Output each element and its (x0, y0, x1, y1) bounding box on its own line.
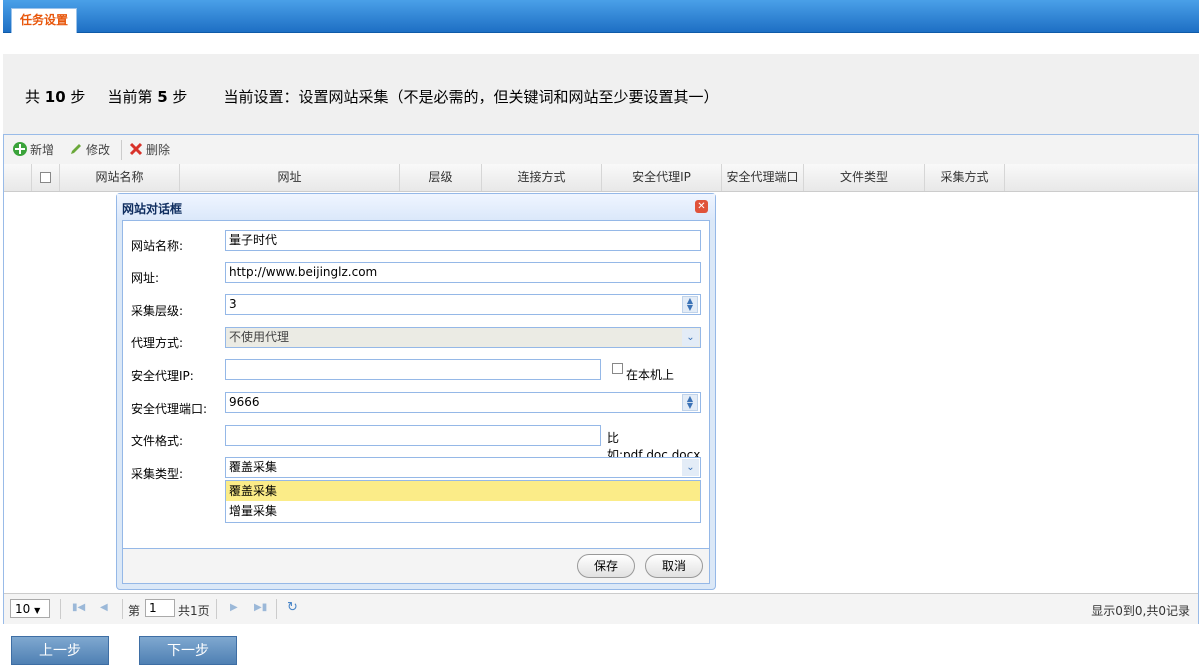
proxy-port-label: 安全代理端口: (131, 402, 208, 416)
header-site-name[interactable]: 网站名称 (60, 164, 180, 191)
total-steps-count: 10 (44, 88, 66, 106)
record-info: 显示0到0,共0记录 (1091, 604, 1190, 618)
edit-button-label: 修改 (86, 143, 111, 157)
delete-button-label: 删除 (146, 143, 171, 157)
header-level[interactable]: 层级 (400, 164, 482, 191)
header-rownum (4, 164, 32, 191)
refresh-icon[interactable]: ↻ (287, 600, 298, 615)
url-input[interactable]: http://www.beijinglz.com (225, 262, 701, 283)
total-steps-prefix: 共 (25, 88, 45, 106)
proxy-ip-label: 安全代理IP: (131, 369, 194, 383)
level-label: 采集层级: (131, 304, 184, 318)
spinner-arrows-icon[interactable]: ▲ ▼ (682, 394, 698, 411)
next-step-button[interactable]: 下一步 (139, 636, 237, 665)
grid-toolbar: 新增 修改 删除 (4, 135, 1198, 165)
toolbar-divider (121, 140, 122, 160)
select-all-checkbox[interactable] (40, 172, 51, 183)
tab-task-settings[interactable]: 任务设置 (11, 8, 78, 33)
add-button-label: 新增 (30, 143, 55, 157)
step-info-panel: 共 10 步当前第 5 步当前设置：设置网站采集（不是必需的，但关键词和网站至少… (3, 54, 1199, 134)
grid-header: 网站名称 网址 层级 连接方式 安全代理IP 安全代理端口 文件类型 采集方式 (4, 164, 1198, 192)
page-number-input[interactable]: 1 (145, 599, 175, 617)
pager-divider (216, 599, 217, 619)
chevron-down-icon[interactable]: ⌄ (682, 459, 699, 476)
header-select-all[interactable] (32, 164, 60, 191)
proxy-mode-label: 代理方式: (131, 336, 184, 350)
header-connection[interactable]: 连接方式 (482, 164, 602, 191)
pagination-bar: 10 ▼ ▮◀ ◀ 第 1 共1页 ▶ ▶▮ ↻ 显示0到0,共0记录 (4, 593, 1198, 624)
add-icon (12, 141, 28, 157)
prev-step-button[interactable]: 上一步 (11, 636, 109, 665)
chevron-down-icon[interactable]: ⌄ (682, 329, 699, 346)
name-label: 网站名称: (131, 239, 184, 253)
site-name-input[interactable]: 量子时代 (225, 230, 701, 251)
current-step-suffix: 步 (167, 88, 188, 106)
pencil-icon (68, 141, 84, 157)
pager-divider (276, 599, 277, 619)
top-tab-bar: 任务设置 (3, 0, 1199, 33)
collect-type-select[interactable]: 覆盖采集 ⌄ (225, 457, 701, 478)
spinner-arrows-icon[interactable]: ▲ ▼ (682, 296, 698, 313)
dialog-footer: 保存 取消 (122, 549, 710, 584)
edit-button[interactable]: 修改 (68, 141, 110, 159)
dropdown-option[interactable]: 增量采集 (226, 501, 700, 521)
collect-type-dropdown: 覆盖采集 增量采集 (225, 480, 701, 523)
proxy-ip-input[interactable] (225, 359, 601, 380)
page-size-select[interactable]: 10 ▼ (10, 599, 50, 618)
level-value: 3 (229, 297, 237, 311)
add-button[interactable]: 新增 (12, 141, 54, 159)
pager-divider (60, 599, 61, 619)
header-file-type[interactable]: 文件类型 (804, 164, 925, 191)
dialog-form: 网站名称: 量子时代 网址: http://www.beijinglz.com … (122, 220, 710, 549)
delete-icon (128, 141, 144, 157)
collect-type-label: 采集类型: (131, 467, 184, 481)
header-proxy-ip[interactable]: 安全代理IP (602, 164, 722, 191)
dropdown-option[interactable]: 覆盖采集 (226, 481, 700, 501)
cancel-button[interactable]: 取消 (645, 554, 703, 578)
local-machine-label: 在本机上 (626, 368, 675, 382)
save-button[interactable]: 保存 (577, 554, 635, 578)
last-page-icon[interactable]: ▶▮ (254, 602, 267, 613)
header-url[interactable]: 网址 (180, 164, 400, 191)
header-proxy-port[interactable]: 安全代理端口 (722, 164, 804, 191)
local-machine-checkbox[interactable] (612, 363, 623, 374)
header-collect-method[interactable]: 采集方式 (925, 164, 1005, 191)
page-size-value: 10 (15, 602, 31, 616)
level-spinner[interactable]: 3 ▲ ▼ (225, 294, 701, 315)
website-dialog: 网站对话框 ✕ 网站名称: 量子时代 网址: http://www.beijin… (116, 193, 716, 590)
delete-button[interactable]: 删除 (128, 141, 170, 159)
file-format-input[interactable] (225, 425, 601, 446)
current-step-number: 5 (157, 88, 168, 106)
dialog-title-bar: 网站对话框 ✕ (117, 194, 715, 220)
current-step-prefix: 当前第 (107, 88, 158, 106)
file-format-label: 文件格式: (131, 434, 184, 448)
prev-page-icon[interactable]: ◀ (100, 602, 108, 613)
proxy-mode-value: 不使用代理 (229, 330, 290, 344)
proxy-mode-select[interactable]: 不使用代理 ⌄ (225, 327, 701, 348)
current-setting-text: 当前设置：设置网站采集（不是必需的，但关键词和网站至少要设置其一） (223, 88, 719, 106)
total-steps-suffix: 步 (65, 88, 86, 106)
next-page-icon[interactable]: ▶ (230, 602, 238, 613)
proxy-port-value: 9666 (229, 395, 260, 409)
close-icon[interactable]: ✕ (695, 200, 708, 213)
dialog-title: 网站对话框 (122, 202, 183, 216)
url-label: 网址: (131, 271, 160, 285)
collect-type-value: 覆盖采集 (229, 460, 278, 474)
pager-divider (122, 599, 123, 619)
chevron-down-icon: ▼ (34, 606, 41, 615)
proxy-port-spinner[interactable]: 9666 ▲ ▼ (225, 392, 701, 413)
first-page-icon[interactable]: ▮◀ (72, 602, 85, 613)
step-info-line: 共 10 步当前第 5 步当前设置：设置网站采集（不是必需的，但关键词和网站至少… (25, 86, 718, 107)
page-total: 共1页 (178, 604, 210, 618)
page-prefix: 第 (128, 604, 141, 618)
